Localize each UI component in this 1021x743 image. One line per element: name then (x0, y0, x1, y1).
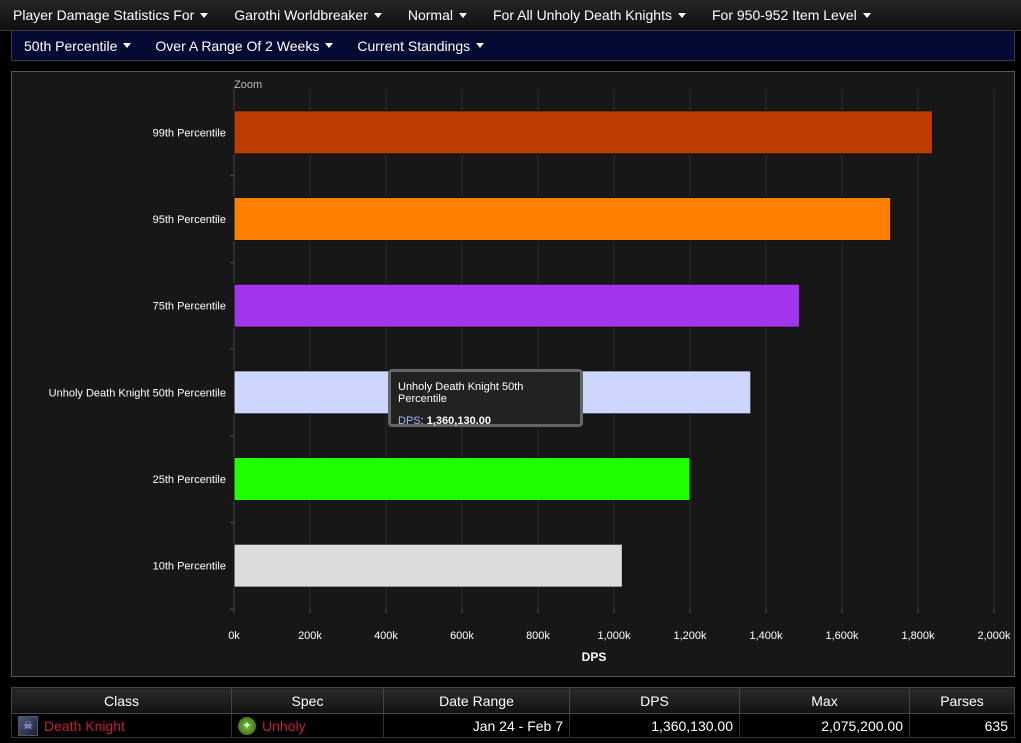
caret-down-icon (373, 12, 382, 18)
x-tick-label: 1,800k (901, 630, 935, 642)
header-dps[interactable]: DPS (569, 687, 740, 714)
bar-5 (233, 543, 623, 588)
menu-label: Player Damage Statistics For (13, 7, 195, 23)
header-parses[interactable]: Parses (909, 687, 1015, 714)
x-tick-label: 800k (526, 630, 550, 642)
menu-date-range[interactable]: Over A Range Of 2 Weeks (143, 38, 345, 54)
header-max[interactable]: Max (739, 687, 910, 714)
category-label: 75th Percentile (153, 301, 226, 313)
menu-percentile[interactable]: 50th Percentile (12, 38, 143, 54)
bar-4 (233, 457, 691, 501)
cell-dps: 1,360,130.00 (569, 713, 740, 738)
cell-class: ☠ Death Knight (11, 713, 232, 738)
tooltip-row: DPS: 1,360,130.00 (398, 415, 491, 427)
cell-spec: ✦ Unholy (231, 713, 384, 738)
bar-2 (233, 283, 800, 328)
header-spec[interactable]: Spec (231, 687, 384, 714)
x-tick-label: 1,000k (597, 630, 631, 642)
x-axis-label: DPS (582, 650, 607, 664)
category-label: 25th Percentile (153, 474, 226, 486)
category-label: 95th Percentile (153, 214, 226, 226)
menu-encounter[interactable]: Garothi Worldbreaker (221, 7, 395, 23)
caret-down-icon (200, 12, 209, 18)
stats-table: Class Spec Date Range DPS Max Parses ☠ De… (11, 687, 1015, 738)
bar-1 (233, 197, 892, 241)
menu-standings[interactable]: Current Standings (345, 38, 496, 54)
menu-label: 50th Percentile (24, 37, 118, 54)
caret-down-icon (476, 43, 485, 48)
death-knight-class-icon: ☠ (18, 715, 38, 736)
tooltip-title: Unholy Death Knight 50th Percentile (398, 381, 524, 405)
x-tick-label: 1,200k (673, 630, 707, 642)
category-label: 99th Percentile (153, 127, 226, 139)
menu-class-spec[interactable]: For All Unholy Death Knights (480, 7, 699, 23)
category-label: 10th Percentile (153, 561, 226, 573)
cell-date-range: Jan 24 - Feb 7 (383, 713, 570, 738)
menu-difficulty[interactable]: Normal (395, 7, 480, 23)
caret-down-icon (459, 12, 467, 18)
menu-item-level[interactable]: For 950-952 Item Level (699, 7, 884, 23)
tooltip-key: DPS (398, 415, 421, 427)
cell-parses: 635 (909, 713, 1015, 738)
zoom-label: Zoom (234, 79, 262, 91)
table-row: ☠ Death Knight ✦ Unholy Jan 24 - Feb 7 1,3… (11, 713, 1015, 738)
unholy-spec-icon: ✦ (238, 716, 256, 735)
x-tick-label: 200k (298, 630, 322, 642)
menu-label: For 950-952 Item Level (711, 7, 857, 23)
menu-label: Normal (407, 7, 453, 23)
menu-label: Garothi Worldbreaker (234, 7, 368, 23)
caret-down-icon (325, 43, 334, 48)
x-tick-label: 0k (228, 630, 240, 642)
table-header-row: Class Spec Date Range DPS Max Parses (11, 687, 1015, 714)
class-name[interactable]: Death Knight (44, 718, 125, 734)
bar-0 (233, 110, 933, 155)
caret-down-icon (677, 12, 686, 18)
top-menu-bar: Player Damage Statistics For Garothi Wor… (0, 0, 1021, 31)
caret-down-icon (862, 12, 871, 18)
x-tick-label: 400k (374, 630, 398, 642)
x-tick-label: 1,400k (749, 630, 783, 642)
menu-label: Over A Range Of 2 Weeks (155, 37, 320, 54)
menu-label: Current Standings (357, 37, 471, 54)
x-tick-label: 2,000k (977, 630, 1011, 642)
chart-panel: Zoom 99th Percentile 95th Percentile 75th P… (11, 71, 1015, 677)
header-class[interactable]: Class (11, 687, 232, 714)
menu-label: For All Unholy Death Knights (493, 7, 672, 23)
sub-menu-bar: 50th Percentile Over A Range Of 2 Weeks … (11, 31, 1015, 61)
cell-max: 2,075,200.00 (739, 713, 910, 738)
x-tick-label: 1,600k (825, 630, 859, 642)
tooltip-value: 1,360,130.00 (426, 415, 491, 427)
chart-tooltip: Unholy Death Knight 50th Percentile DPS:… (388, 369, 583, 427)
header-date-range[interactable]: Date Range (383, 687, 570, 714)
caret-down-icon (123, 43, 132, 48)
x-tick-label: 600k (450, 630, 474, 642)
menu-stat-type[interactable]: Player Damage Statistics For (0, 7, 221, 23)
spec-name[interactable]: Unholy (262, 718, 306, 734)
category-label: Unholy Death Knight 50th Percentile (49, 387, 226, 399)
